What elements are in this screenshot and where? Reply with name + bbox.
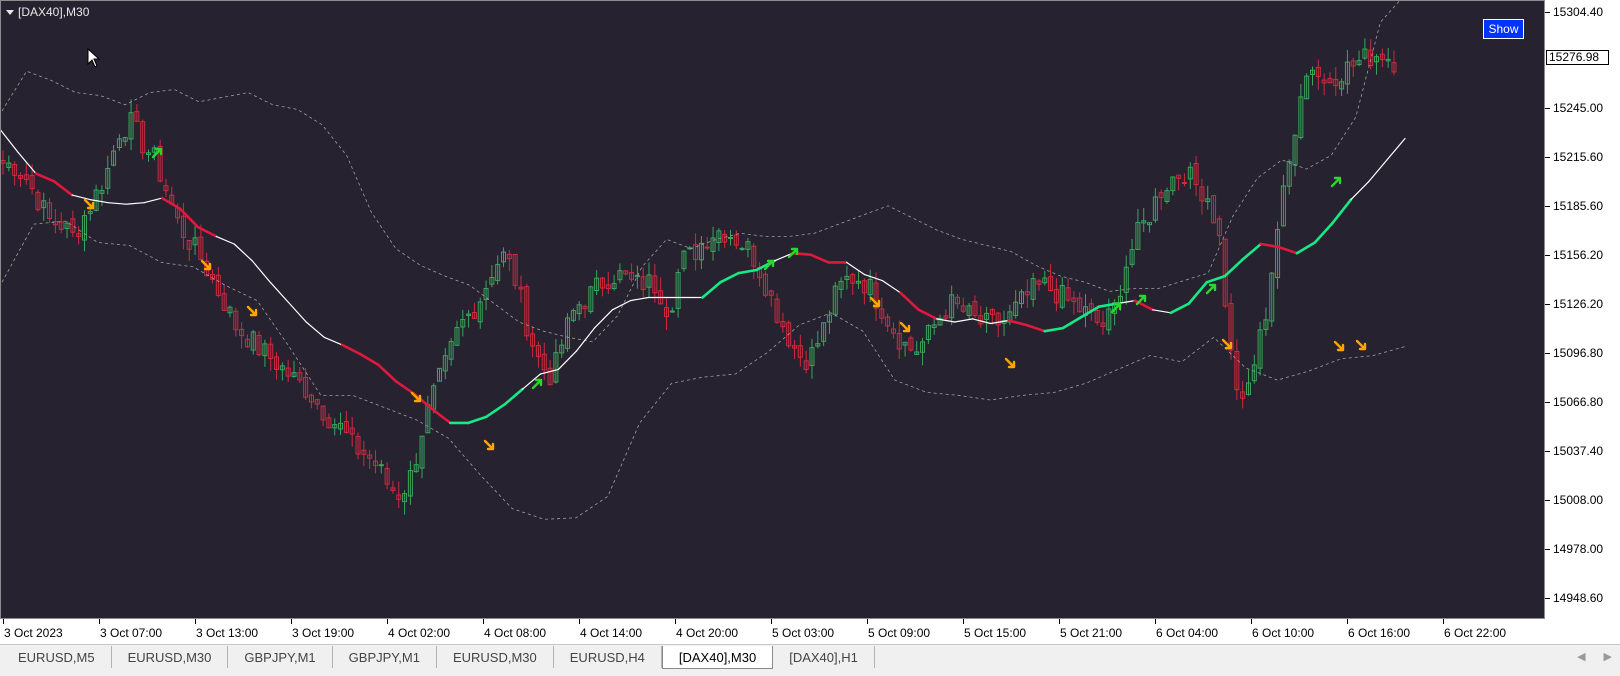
time-tick <box>1251 619 1252 624</box>
chart-tab[interactable]: GBPJPY,M1 <box>228 646 333 668</box>
price-tick <box>1545 12 1550 13</box>
chart-tab[interactable]: EURUSD,M30 <box>437 646 554 668</box>
candle-body <box>728 236 733 239</box>
time-label: 3 Oct 19:00 <box>292 626 355 640</box>
price-tick <box>1545 353 1550 354</box>
time-tick <box>1059 619 1060 624</box>
chart-title[interactable]: [DAX40],M30 <box>6 5 89 19</box>
time-label: 5 Oct 09:00 <box>868 626 931 640</box>
time-label: 6 Oct 04:00 <box>1156 626 1219 640</box>
price-label: 15126.20 <box>1553 297 1604 311</box>
time-tick <box>579 619 580 624</box>
time-label: 4 Oct 08:00 <box>484 626 547 640</box>
price-tick <box>1545 206 1550 207</box>
time-tick <box>3 619 4 624</box>
price-chart[interactable] <box>0 0 1545 619</box>
price-label: 15304.40 <box>1553 5 1604 19</box>
candle-body <box>1181 182 1187 185</box>
time-label: 3 Oct 13:00 <box>196 626 259 640</box>
time-tick <box>387 619 388 624</box>
price-label: 15037.40 <box>1553 444 1604 458</box>
price-tick <box>1545 451 1550 452</box>
time-tick <box>675 619 676 624</box>
price-axis[interactable]: 15276.98 15304.40 15245.00 15215.60 15185.6… <box>1545 0 1620 619</box>
time-tick <box>867 619 868 624</box>
price-label: 15245.00 <box>1553 101 1604 115</box>
price-label: 15185.60 <box>1553 199 1604 213</box>
time-tick <box>483 619 484 624</box>
price-label: 15008.00 <box>1553 493 1604 507</box>
current-price-label: 15276.98 <box>1546 50 1609 65</box>
mouse-pointer-icon <box>87 48 100 68</box>
price-label: 14978.00 <box>1553 542 1604 556</box>
time-axis[interactable]: 3 Oct 2023 3 Oct 07:00 3 Oct 13:00 3 Oct 19… <box>0 619 1545 644</box>
price-label: 15066.80 <box>1553 395 1604 409</box>
chart-tab[interactable]: EURUSD,M5 <box>2 646 112 668</box>
price-tick <box>1545 402 1550 403</box>
price-label: 15215.60 <box>1553 150 1604 164</box>
time-label: 6 Oct 16:00 <box>1348 626 1411 640</box>
time-label: 5 Oct 03:00 <box>772 626 835 640</box>
price-label: 14948.60 <box>1553 591 1604 605</box>
scroll-right-icon[interactable]: ▶ <box>1604 650 1612 663</box>
time-label: 3 Oct 2023 <box>4 626 63 640</box>
time-tick <box>1347 619 1348 624</box>
chart-tab[interactable]: [DAX40],H1 <box>773 646 875 668</box>
scroll-left-icon[interactable]: ◀ <box>1577 650 1585 663</box>
time-tick <box>291 619 292 624</box>
price-tick <box>1545 549 1550 550</box>
time-tick <box>1155 619 1156 624</box>
price-label: 15096.80 <box>1553 346 1604 360</box>
time-tick <box>963 619 964 624</box>
chart-tab-bar: EURUSD,M5 EURUSD,M30 GBPJPY,M1 GBPJPY,M1 EUR… <box>0 644 1620 676</box>
time-tick <box>99 619 100 624</box>
time-label: 5 Oct 15:00 <box>964 626 1027 640</box>
ma-segment <box>791 251 812 256</box>
terminal-app: [DAX40],M30 Show 15276.98 15304.40 15245.… <box>0 0 1620 676</box>
time-label: 4 Oct 14:00 <box>580 626 643 640</box>
time-label: 5 Oct 21:00 <box>1060 626 1123 640</box>
candle-body <box>739 247 745 250</box>
price-tick <box>1545 255 1550 256</box>
chart-tabs: EURUSD,M5 EURUSD,M30 GBPJPY,M1 GBPJPY,M1 EUR… <box>2 646 875 669</box>
chart-tab[interactable]: [DAX40],M30 <box>661 646 774 669</box>
price-tick <box>1545 108 1550 109</box>
dropdown-triangle-icon[interactable] <box>6 9 14 15</box>
chart-tab[interactable]: GBPJPY,M1 <box>333 646 437 668</box>
time-label: 3 Oct 07:00 <box>100 626 163 640</box>
chart-tab[interactable]: EURUSD,M30 <box>112 646 229 668</box>
candle-body <box>669 310 675 313</box>
candle-body <box>378 464 384 467</box>
price-tick <box>1545 500 1550 501</box>
price-tick <box>1545 157 1550 158</box>
price-tick <box>1545 598 1550 599</box>
time-tick <box>195 619 196 624</box>
price-tick <box>1545 304 1550 305</box>
chart-window: [DAX40],M30 Show 15276.98 15304.40 15245.… <box>0 0 1620 644</box>
time-tick <box>1443 619 1444 624</box>
show-button[interactable]: Show <box>1483 19 1524 39</box>
time-label: 4 Oct 20:00 <box>676 626 739 640</box>
candle-body <box>704 246 710 249</box>
chart-tab[interactable]: EURUSD,H4 <box>554 646 662 668</box>
chart-title-label: [DAX40],M30 <box>18 5 90 19</box>
tab-nav: ◀ ▶ <box>1577 650 1612 663</box>
time-label: 4 Oct 02:00 <box>388 626 451 640</box>
time-label: 6 Oct 22:00 <box>1444 626 1507 640</box>
time-tick <box>771 619 772 624</box>
price-label: 15156.20 <box>1553 248 1604 262</box>
time-label: 6 Oct 10:00 <box>1252 626 1315 640</box>
